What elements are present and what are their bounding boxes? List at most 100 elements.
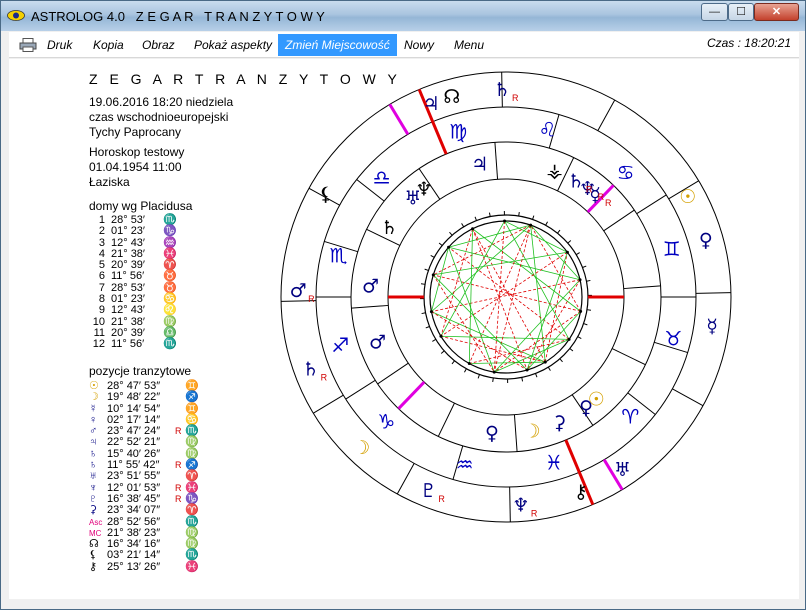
house-cusp — [345, 379, 376, 400]
printer-icon[interactable] — [19, 38, 37, 52]
degree-tick — [567, 240, 572, 244]
degree-tick — [440, 350, 445, 354]
horoscope-wheel: ♈♉♊♋♌♍♎♏♐♑♒ ♓ ♅⚷♆ R♇ R☽♄ R♂ R⚸♃ ☊ ♄ R☉♀☿☉♀⚳☽♀♄♂♂☿… — [280, 71, 732, 523]
aspect-point — [543, 360, 547, 364]
menu-zmien-miejscowosc[interactable]: Zmień Miejscowość — [278, 34, 397, 56]
maximize-button[interactable]: ☐ — [728, 3, 754, 21]
inner-sign-divider — [611, 348, 646, 366]
menu-pokaz-aspekty[interactable]: Pokaż aspekty — [194, 36, 272, 54]
inner-sign-divider — [437, 402, 455, 437]
aspect-point — [578, 278, 582, 282]
degree-tick — [547, 366, 551, 371]
aspect-point — [431, 273, 435, 277]
natal-planet-glyph: ♆ — [415, 179, 432, 201]
degree-tick — [559, 358, 563, 363]
minimize-button[interactable]: — — [701, 3, 728, 21]
inner-sign-divider — [623, 285, 661, 290]
natal-planet-glyph: ⚶ — [546, 160, 562, 182]
close-button[interactable]: ✕ — [754, 3, 799, 21]
outer-sign-divider — [313, 394, 344, 414]
aspect-point — [529, 223, 533, 227]
aspect-line — [433, 274, 581, 312]
transit-planet-glyph: ♀ — [699, 229, 713, 251]
inner-sign-divider — [377, 362, 409, 385]
aspect-line — [448, 246, 581, 281]
menu-obraz[interactable]: Obraz — [142, 36, 175, 54]
aspect-line — [440, 220, 505, 337]
aspect-line — [448, 246, 570, 340]
aspect-point — [429, 310, 433, 314]
aspect-point — [525, 368, 529, 372]
zodiac-sign: ♑ — [377, 409, 395, 433]
aspect-line — [431, 311, 546, 363]
degree-tick — [461, 223, 465, 228]
retrograde-mark: R — [321, 372, 328, 382]
aspect-point — [447, 245, 451, 249]
degree-tick — [518, 211, 520, 217]
inner-sign-divider — [351, 304, 389, 309]
eye-icon — [7, 10, 25, 21]
inner-sign-divider — [603, 209, 635, 232]
menu-nowy[interactable]: Nowy — [404, 36, 434, 54]
aspect-line — [504, 220, 568, 253]
inner-sign-divider — [494, 142, 499, 180]
degree-tick — [569, 348, 574, 352]
degree-tick — [451, 360, 455, 365]
transit-planet-glyph: ☉ — [679, 186, 696, 208]
degree-tick — [532, 215, 535, 220]
aspect-point — [492, 370, 496, 374]
transit-planet-glyph: ⚷ — [574, 481, 588, 503]
outer-sign-divider — [509, 486, 511, 522]
zodiac-sign: ♋ — [617, 161, 635, 185]
menu-druk[interactable]: Druk — [47, 36, 72, 54]
aspect-point — [467, 362, 471, 366]
natal-axis — [397, 380, 426, 410]
degree-tick — [586, 279, 591, 282]
menu-kopia[interactable]: Kopia — [93, 36, 124, 54]
outer-sign-divider — [695, 292, 731, 294]
transit-planet-glyph: ♃ — [423, 93, 440, 115]
degree-tick — [521, 377, 524, 382]
aspect-line — [469, 338, 570, 364]
transit-planet-glyph: ♂ — [290, 280, 307, 302]
aspect-line — [440, 335, 570, 340]
retrograde-mark: R — [308, 294, 315, 304]
degree-tick — [421, 312, 426, 315]
transit-planet-glyph: ♆ — [512, 494, 529, 516]
retrograde-mark: R — [598, 192, 605, 202]
degree-tick — [477, 374, 480, 379]
degree-tick — [586, 309, 592, 311]
natal-planet-glyph: ♂ — [369, 332, 386, 354]
degree-tick — [583, 323, 588, 326]
zodiac-sign: ♓ — [545, 451, 563, 475]
degree-tick — [545, 221, 548, 226]
natal-planet-glyph: ☽ — [524, 420, 541, 442]
transit-planet-glyph: ♄ — [302, 358, 319, 380]
outer-sign-divider — [597, 99, 616, 131]
zodiac-sign: ♏ — [330, 244, 348, 268]
retrograde-mark: R — [586, 184, 593, 194]
degree-tick — [577, 336, 582, 340]
natal-planet-glyph: ♂ — [362, 275, 379, 297]
aspect-point — [503, 219, 507, 223]
natal-planet-glyph: ♄ — [567, 170, 584, 192]
aspect-line — [504, 220, 570, 340]
inner-sign-divider — [513, 414, 518, 452]
natal-planet-glyph: ♀ — [579, 397, 593, 419]
zodiac-sign: ♍ — [449, 119, 467, 143]
title-bar[interactable]: ASTROLOG 4.0 Z E G A R T R A N Z Y T O W… — [1, 1, 805, 31]
transit-planet-glyph: ☽ — [353, 437, 370, 459]
zodiac-sign: ♊ — [663, 237, 681, 261]
aspect-point — [565, 250, 569, 254]
degree-tick — [557, 229, 561, 234]
zodiac-sign: ♐ — [331, 333, 349, 357]
clock-label: Czas : 18:20:21 — [706, 36, 791, 50]
degree-tick — [430, 254, 435, 258]
zodiac-sign: ♈ — [621, 405, 639, 429]
menu-bar: Druk Kopia Obraz Pokaż aspekty Zmień Mie… — [9, 32, 799, 58]
degree-tick — [438, 242, 443, 246]
menu-menu[interactable]: Menu — [454, 36, 484, 54]
retrograde-mark: R — [438, 494, 445, 504]
degree-tick — [474, 216, 477, 221]
house-cusp — [636, 194, 667, 215]
